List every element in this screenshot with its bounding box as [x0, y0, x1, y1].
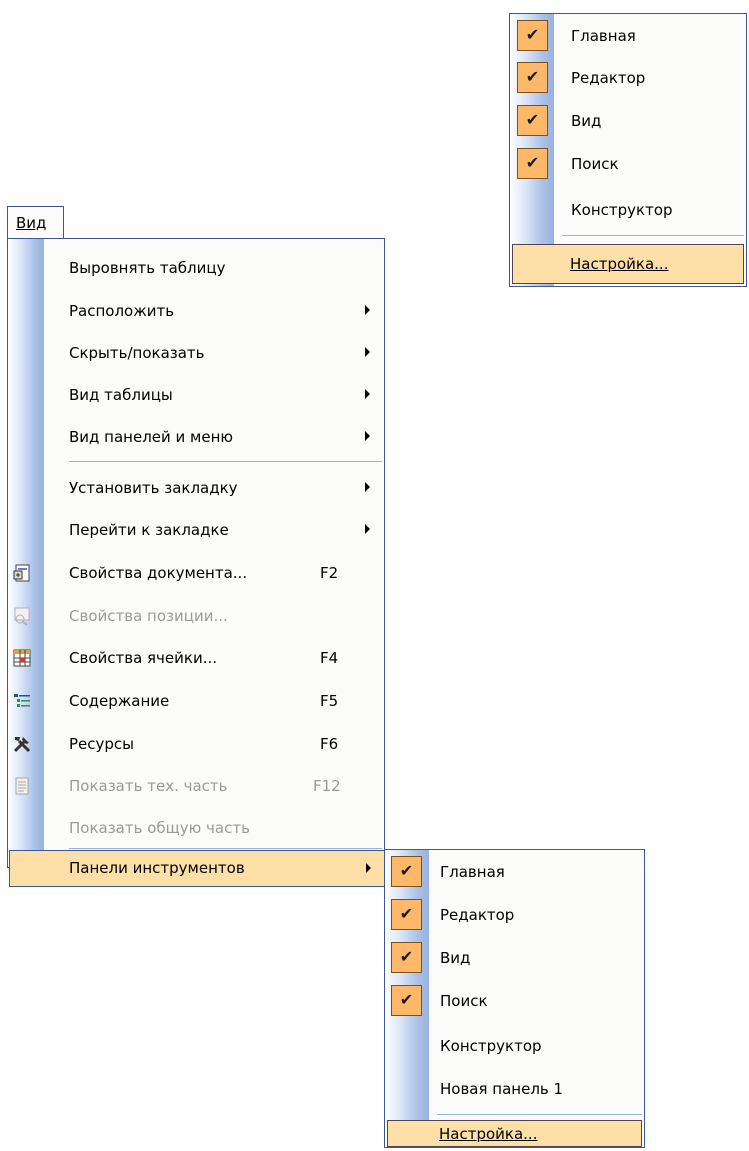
submenu-arrow-icon: [365, 482, 370, 492]
check-icon: ✔: [517, 20, 548, 51]
menu-item-poisk[interactable]: ✔ Поиск: [385, 980, 644, 1022]
menu-item-label: Вид: [440, 949, 471, 967]
menu-item-tech-part: Показать тех. часть F12: [8, 765, 384, 807]
menu-item-label: Главная: [571, 27, 636, 45]
menu-item-vid[interactable]: ✔ Вид: [510, 100, 746, 142]
menu-item-label: Содержание: [69, 692, 170, 710]
document-icon: [12, 776, 32, 796]
submenu-arrow-icon: [365, 431, 370, 441]
submenu-arrow-icon: [365, 347, 370, 357]
menu-item-konstruktor[interactable]: Конструктор: [385, 1025, 644, 1067]
menubar-view-label: Вид: [16, 214, 47, 232]
menu-item-label: Поиск: [571, 155, 619, 173]
menu-item-align-table[interactable]: Выровнять таблицу: [8, 247, 384, 289]
menu-item-hide-show[interactable]: Скрыть/показать: [8, 332, 384, 374]
menubar-view[interactable]: Вид: [7, 206, 64, 239]
check-icon: ✔: [517, 62, 548, 93]
menu-item-nastroyka[interactable]: Настройка...: [387, 1120, 642, 1147]
menu-item-label: Новая панель 1: [440, 1080, 564, 1098]
menu-item-label: Редактор: [571, 69, 646, 87]
menu-item-label: Главная: [440, 863, 505, 881]
menu-separator: [562, 235, 744, 236]
menu-item-label: Вид панелей и меню: [69, 428, 234, 446]
tools-icon: [12, 734, 32, 754]
menu-separator: [69, 848, 382, 849]
menu-item-label: Панели инструментов: [69, 859, 245, 877]
menu-item-arrange[interactable]: Расположить: [8, 290, 384, 332]
menu-item-shortcut: F2: [320, 564, 339, 582]
toolbars-submenu: ✔ Главная ✔ Редактор ✔ Вид ✔ Поиск Конст…: [384, 849, 645, 1148]
menu-item-goto-bookmark[interactable]: Перейти к закладке: [8, 509, 384, 551]
check-icon: ✔: [391, 942, 422, 973]
menu-item-set-bookmark[interactable]: Установить закладку: [8, 467, 384, 509]
menu-item-panels-view[interactable]: Вид панелей и меню: [8, 416, 384, 458]
menu-item-label: Показать общую часть: [69, 819, 250, 837]
menu-item-shortcut: F4: [320, 649, 339, 667]
menu-item-redaktor[interactable]: ✔ Редактор: [510, 57, 746, 99]
menu-item-resources[interactable]: Ресурсы F6: [8, 723, 384, 765]
menu-item-cell-props[interactable]: Свойства ячейки... F4: [8, 637, 384, 679]
cell-properties-icon: [12, 648, 32, 668]
menu-item-label: Вид таблицы: [69, 386, 173, 404]
menu-item-doc-props[interactable]: Свойства документа... F2: [8, 552, 384, 594]
menu-separator: [69, 461, 382, 462]
menu-item-label: Ресурсы: [69, 735, 135, 753]
menu-item-glavnaya[interactable]: ✔ Главная: [510, 15, 746, 57]
menu-item-contents[interactable]: Содержание F5: [8, 680, 384, 722]
menu-item-redaktor[interactable]: ✔ Редактор: [385, 894, 644, 936]
contents-icon: [12, 691, 32, 711]
menu-item-vid[interactable]: ✔ Вид: [385, 937, 644, 979]
menu-item-shortcut: F12: [313, 777, 341, 795]
submenu-arrow-icon: [365, 389, 370, 399]
menu-item-label: Конструктор: [571, 201, 673, 219]
menu-item-pos-props: Свойства позиции...: [8, 595, 384, 637]
position-properties-icon: [12, 606, 32, 626]
menu-item-glavnaya[interactable]: ✔ Главная: [385, 851, 644, 893]
check-icon: ✔: [391, 985, 422, 1016]
menu-item-label: Поиск: [440, 992, 488, 1010]
check-icon: ✔: [517, 105, 548, 136]
menu-item-label: Настройка...: [570, 255, 669, 273]
menu-item-label: Перейти к закладке: [69, 521, 229, 539]
menu-item-new-panel[interactable]: Новая панель 1: [385, 1068, 644, 1110]
check-icon: ✔: [391, 856, 422, 887]
menu-item-poisk[interactable]: ✔ Поиск: [510, 143, 746, 185]
menu-item-general-part: Показать общую часть: [8, 807, 384, 849]
menu-separator: [437, 1114, 642, 1115]
submenu-arrow-icon: [366, 863, 371, 873]
menu-item-label: Вид: [571, 112, 602, 130]
menu-item-label: Настройка...: [439, 1125, 538, 1143]
menu-item-konstruktor[interactable]: Конструктор: [510, 189, 746, 231]
menu-item-label: Скрыть/показать: [69, 344, 205, 362]
menu-item-label: Свойства ячейки...: [69, 649, 218, 667]
submenu-arrow-icon: [365, 305, 370, 315]
toolbars-popup-menu: ✔ Главная ✔ Редактор ✔ Вид ✔ Поиск Конст…: [509, 13, 747, 287]
menu-item-shortcut: F6: [320, 735, 339, 753]
menu-item-label: Показать тех. часть: [69, 777, 228, 795]
menu-item-label: Свойства документа...: [69, 564, 248, 582]
submenu-arrow-icon: [365, 524, 370, 534]
view-menu: Выровнять таблицу Расположить Скрыть/пок…: [7, 238, 385, 868]
menu-item-table-view[interactable]: Вид таблицы: [8, 374, 384, 416]
menu-item-label: Расположить: [69, 302, 175, 320]
menu-item-label: Редактор: [440, 906, 515, 924]
menu-item-label: Конструктор: [440, 1037, 542, 1055]
properties-icon: [12, 563, 32, 583]
check-icon: ✔: [517, 148, 548, 179]
menu-item-label: Выровнять таблицу: [69, 259, 226, 277]
menu-item-toolbars[interactable]: Панели инструментов: [9, 850, 385, 887]
menu-item-shortcut: F5: [320, 692, 339, 710]
menu-item-nastroyka[interactable]: Настройка...: [512, 244, 744, 284]
menu-item-label: Свойства позиции...: [69, 607, 228, 625]
check-icon: ✔: [391, 899, 422, 930]
menu-item-label: Установить закладку: [69, 479, 238, 497]
